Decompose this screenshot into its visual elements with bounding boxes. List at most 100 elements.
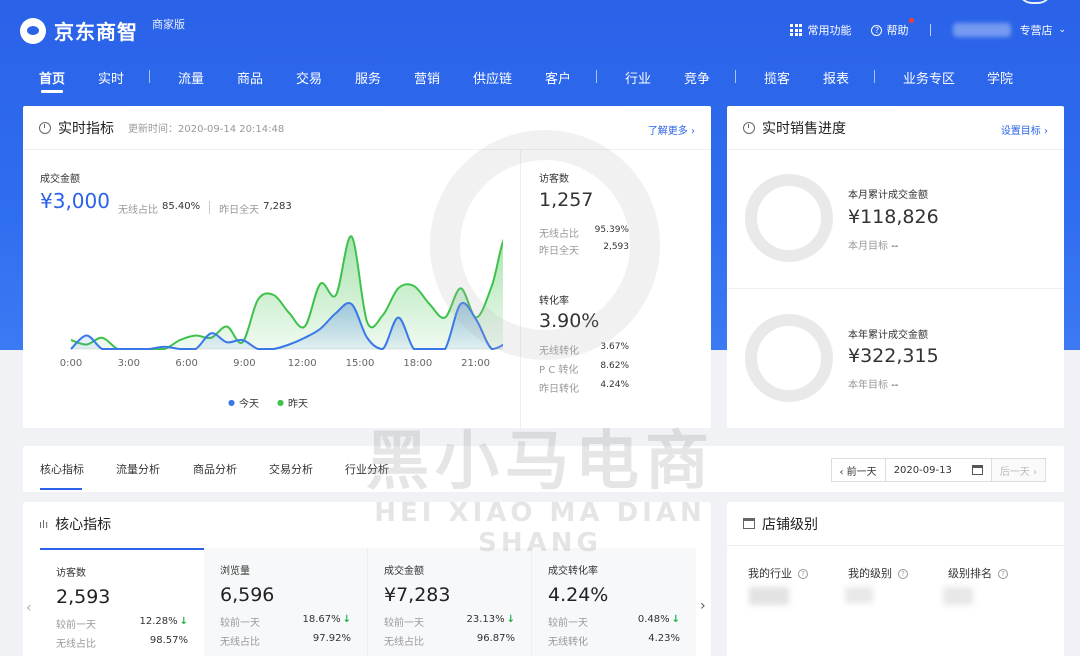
nav-reports[interactable]: 报表	[823, 68, 849, 87]
conversion-details: 无线转化 3.67% P C 转化 8.62% 昨日转化 4.24%	[539, 342, 629, 395]
metric-label: 浏览量	[220, 566, 250, 577]
year-value: ¥322,315	[848, 345, 939, 367]
nav-traffic[interactable]: 流量	[178, 68, 204, 87]
chevron-down-icon[interactable]: ⌄	[1058, 25, 1066, 35]
realtime-area-chart[interactable]: 0:00 3:00 6:00 9:00 12:00 15:00 18:00 21:00	[33, 224, 503, 414]
my-level-label: 我的级别?	[848, 565, 908, 581]
x-tick-label: 15:00	[346, 358, 375, 369]
learn-more-link[interactable]: 了解更多 ›	[648, 122, 695, 137]
month-label: 本月累计成交金额	[848, 190, 928, 201]
nav-supply-chain[interactable]: 供应链	[473, 68, 512, 87]
prev-day-button[interactable]: ‹ 前一天	[832, 459, 886, 481]
industry-value-blurred	[749, 587, 789, 605]
sales-meta: 无线占比 85.40% 昨日全天 7,283	[118, 201, 292, 216]
set-target-link[interactable]: 设置目标 ›	[1001, 122, 1048, 137]
chart-legend: ● 今天 ● 昨天	[228, 395, 308, 410]
shop-switcher[interactable]: 专营店	[1019, 22, 1052, 38]
date-picker: ‹ 前一天 2020-09-13 后一天 ›	[830, 458, 1046, 482]
realtime-card-header: 实时指标 更新时间：2020-09-14 20:14:48 了解更多 ›	[23, 106, 711, 150]
chevron-left-icon[interactable]: ‹	[26, 600, 32, 616]
tab-products[interactable]: 商品分析	[193, 461, 237, 477]
nav-home[interactable]: 首页	[39, 68, 65, 87]
next-day-button[interactable]: 后一天 ›	[991, 459, 1045, 481]
edition-label: 商家版	[152, 18, 185, 31]
metric-pageviews[interactable]: 浏览量 6,596 较前一天 18.67% ↓ 无线占比 97.92%	[204, 548, 368, 656]
metric-sales[interactable]: 成交金额 ¥7,283 较前一天 23.13% ↓ 无线占比 96.87%	[368, 548, 532, 656]
core-metrics-header: ılı 核心指标	[23, 502, 711, 546]
date-field[interactable]: 2020-09-13	[886, 459, 992, 481]
shop-level-header: 店铺级别	[727, 502, 1064, 546]
month-value: ¥118,826	[848, 206, 939, 228]
year-label: 本年累计成交金额	[848, 330, 928, 341]
nav-divider	[149, 70, 150, 83]
help-icon[interactable]: ?	[998, 569, 1008, 579]
nav-trade[interactable]: 交易	[296, 68, 322, 87]
down-arrow-icon: ↓	[342, 614, 351, 625]
x-tick-label: 3:00	[118, 358, 140, 369]
calendar-icon[interactable]	[971, 465, 983, 475]
x-tick-label: 21:00	[461, 358, 490, 369]
logo[interactable]: 京东商智	[20, 16, 138, 45]
legend-today[interactable]: 今天	[239, 395, 259, 410]
legend-dot-today: ●	[228, 398, 235, 407]
metric-label: 成交转化率	[548, 566, 598, 577]
tab-industry[interactable]: 行业分析	[345, 461, 389, 477]
metric-value: 4.24%	[548, 584, 609, 606]
analysis-tabs: 核心指标 流量分析 商品分析 交易分析 行业分析 ‹ 前一天 2020-09-1…	[23, 446, 1064, 492]
metric-label: 成交金额	[384, 566, 424, 577]
card-title: 实时销售进度	[762, 120, 846, 137]
nav-business-zone[interactable]: 业务专区	[903, 68, 955, 87]
shop-name-blurred	[953, 23, 1012, 37]
help-button[interactable]: ? 帮助	[871, 18, 915, 38]
month-progress-ring	[745, 174, 833, 262]
metric-label: 访客数	[56, 568, 86, 579]
realtime-card: 实时指标 更新时间：2020-09-14 20:14:48 了解更多 › 成交金…	[23, 106, 711, 428]
common-functions-button[interactable]: 常用功能	[790, 22, 851, 38]
nav-products[interactable]: 商品	[237, 68, 263, 87]
nav-realtime[interactable]: 实时	[98, 68, 124, 87]
nav-service[interactable]: 服务	[355, 68, 381, 87]
logo-icon	[20, 17, 46, 44]
x-tick-label: 12:00	[288, 358, 317, 369]
conversion-value: 3.90%	[539, 310, 600, 332]
notification-dot	[909, 18, 915, 23]
nav-customers[interactable]: 客户	[545, 68, 571, 87]
nav-industry[interactable]: 行业	[625, 68, 651, 87]
tab-core[interactable]: 核心指标	[40, 461, 84, 477]
core-metrics-card: ılı 核心指标 ‹ › 访客数 2,593 较前一天 12.28% ↓ 无线占比 9…	[23, 502, 711, 656]
nav-divider	[596, 70, 597, 83]
down-arrow-icon: ↓	[671, 614, 680, 625]
chevron-right-icon[interactable]: ›	[700, 598, 706, 614]
metric-value: 6,596	[220, 584, 275, 606]
card-title: 核心指标	[55, 517, 112, 533]
date-value: 2020-09-13	[893, 464, 952, 476]
target-icon	[743, 121, 755, 134]
x-tick-label: 9:00	[233, 358, 255, 369]
divider	[930, 24, 932, 36]
avatar[interactable]	[1018, 0, 1052, 4]
nav-attract[interactable]: 揽客	[764, 68, 790, 87]
month-target: 本月目标 --	[848, 241, 899, 252]
tab-traffic[interactable]: 流量分析	[116, 461, 160, 477]
metric-value: 2,593	[56, 586, 111, 608]
legend-dot-yesterday: ●	[276, 398, 284, 407]
help-icon[interactable]: ?	[898, 569, 908, 579]
nav-marketing[interactable]: 营销	[414, 68, 440, 87]
tab-trade[interactable]: 交易分析	[269, 461, 313, 477]
help-icon[interactable]: ?	[798, 569, 808, 579]
tab-active-indicator	[40, 488, 82, 490]
legend-yesterday[interactable]: 昨天	[288, 395, 308, 410]
top-bar: 京东商智 商家版 常用功能 ? 帮助 专营店 ⌄	[0, 0, 1080, 60]
help-icon: ?	[871, 24, 883, 36]
visitors-label: 访客数	[539, 174, 569, 185]
x-tick-label: 0:00	[60, 358, 82, 369]
level-value-blurred	[845, 587, 873, 603]
nav-divider	[735, 70, 736, 83]
logo-text: 京东商智	[54, 20, 138, 44]
level-rank-label: 级别排名?	[948, 565, 1008, 581]
metric-visitors[interactable]: 访客数 2,593 较前一天 12.28% ↓ 无线占比 98.57%	[40, 548, 204, 656]
nav-competition[interactable]: 竞争	[684, 68, 710, 87]
metric-conversion[interactable]: 成交转化率 4.24% 较前一天 0.48% ↓ 无线转化 4.23%	[532, 548, 696, 656]
nav-academy[interactable]: 学院	[987, 68, 1013, 87]
main-nav: 首页 实时 流量 商品 交易 服务 营销 供应链 客户 行业 竞争 揽客 报表 …	[0, 60, 1080, 94]
